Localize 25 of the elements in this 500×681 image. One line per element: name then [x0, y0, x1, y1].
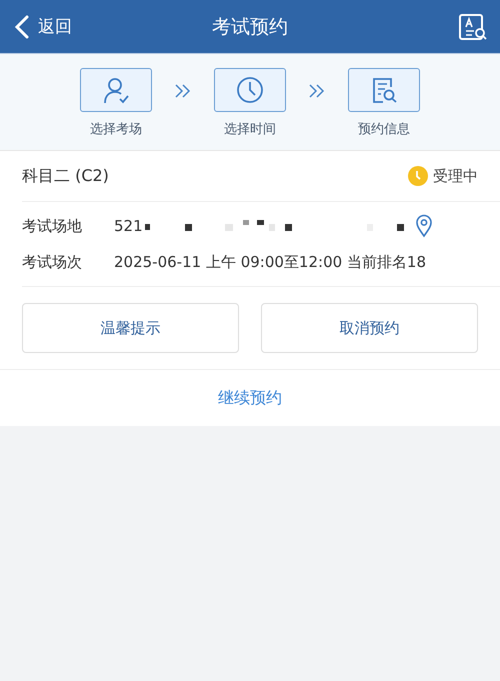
double-chevron-icon [308, 84, 326, 98]
double-chevron-icon [174, 84, 192, 98]
clock-icon [235, 75, 265, 105]
step-label: 选择考场 [90, 121, 142, 138]
back-button[interactable]: 返回 [12, 14, 72, 38]
subject-title: 科目二 (C2) [22, 166, 109, 186]
action-button[interactable]: 温馨提示 [22, 303, 239, 353]
step-tile[interactable] [80, 68, 152, 112]
field-value: 2025-06-11 上午 09:00至12:00 当前排名18 [114, 252, 426, 272]
person-check-icon [101, 75, 131, 105]
clock-icon [408, 166, 428, 186]
continue-link[interactable]: 继续预约 [212, 386, 288, 410]
back-icon [14, 14, 30, 38]
field-value: 521 [114, 217, 143, 235]
location-pin-icon[interactable] [414, 214, 433, 238]
step-label: 预约信息 [358, 121, 410, 138]
step-tile[interactable] [348, 68, 420, 112]
status-text: 受理中 [433, 166, 478, 186]
field-label: 考试场地 [22, 216, 83, 236]
field-label: 考试场次 [22, 252, 83, 272]
step-label: 选择时间 [224, 121, 276, 138]
profile-search-icon[interactable] [458, 12, 488, 40]
step-tile[interactable] [214, 68, 286, 112]
action-button[interactable]: 取消预约 [261, 303, 478, 353]
page-title: 考试预约 [212, 14, 288, 40]
